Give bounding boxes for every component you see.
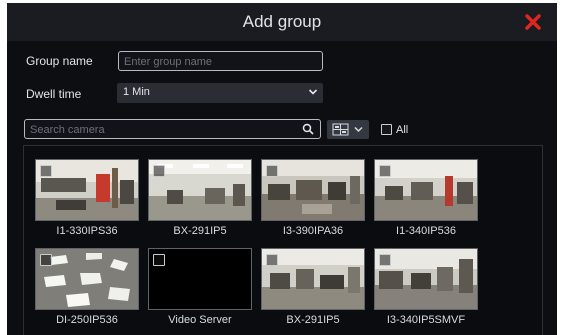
camera-tile[interactable]: BX-291IP5: [148, 159, 252, 240]
camera-name: I1-330IPS36: [56, 225, 118, 237]
search-camera-field[interactable]: [24, 119, 321, 139]
group-name-input[interactable]: [119, 53, 322, 71]
camera-tile[interactable]: I1-330IPS36: [35, 159, 139, 240]
camera-checkbox[interactable]: [379, 254, 391, 266]
group-name-field[interactable]: [118, 51, 323, 71]
close-icon[interactable]: [522, 11, 544, 33]
dwell-time-value: 1 Min: [123, 86, 150, 98]
camera-checkbox[interactable]: [379, 165, 391, 177]
search-icon[interactable]: [302, 123, 314, 135]
camera-checkbox[interactable]: [40, 165, 52, 177]
camera-checkbox[interactable]: [266, 254, 278, 266]
dwell-time-label: Dwell time: [26, 87, 82, 101]
select-all-label: All: [396, 124, 409, 136]
camera-grid: I1-330IPS36 BX-291IP5 I3-390IPA36 I1-340…: [23, 145, 543, 335]
select-all-checkbox[interactable]: [381, 124, 392, 135]
dwell-time-select[interactable]: 1 Min: [117, 83, 323, 103]
camera-name: DI-250IP536: [56, 314, 118, 326]
camera-checkbox[interactable]: [153, 165, 165, 177]
camera-tile[interactable]: I1-340IP536: [374, 159, 478, 240]
camera-name: BX-291IP5: [173, 225, 227, 237]
camera-tile[interactable]: Video Server: [148, 248, 252, 329]
camera-name: I1-340IP536: [396, 225, 456, 237]
layout-select-button[interactable]: [327, 120, 369, 139]
group-name-label: Group name: [26, 54, 93, 68]
camera-tile[interactable]: BX-291IP5: [261, 248, 365, 329]
camera-checkbox[interactable]: [40, 254, 52, 266]
camera-name: I3-390IPA36: [282, 225, 344, 237]
camera-name: Video Server: [168, 314, 232, 326]
camera-tile[interactable]: I3-340IP5SMVF: [374, 248, 478, 329]
camera-tile[interactable]: DI-250IP536: [35, 248, 139, 329]
camera-name: I3-340IP5SMVF: [386, 314, 466, 326]
chevron-down-icon: [308, 89, 318, 95]
camera-checkbox[interactable]: [266, 165, 278, 177]
search-camera-input[interactable]: [25, 121, 320, 139]
dialog-titlebar: Add group: [7, 3, 557, 41]
camera-tile[interactable]: I3-390IPA36: [261, 159, 365, 240]
camera-name: BX-291IP5: [286, 314, 340, 326]
dialog-title: Add group: [242, 12, 322, 31]
layout-grid-icon: [332, 123, 363, 136]
add-group-dialog: Add group Group name Dwell time 1 Min: [7, 3, 557, 335]
camera-checkbox[interactable]: [153, 254, 165, 266]
